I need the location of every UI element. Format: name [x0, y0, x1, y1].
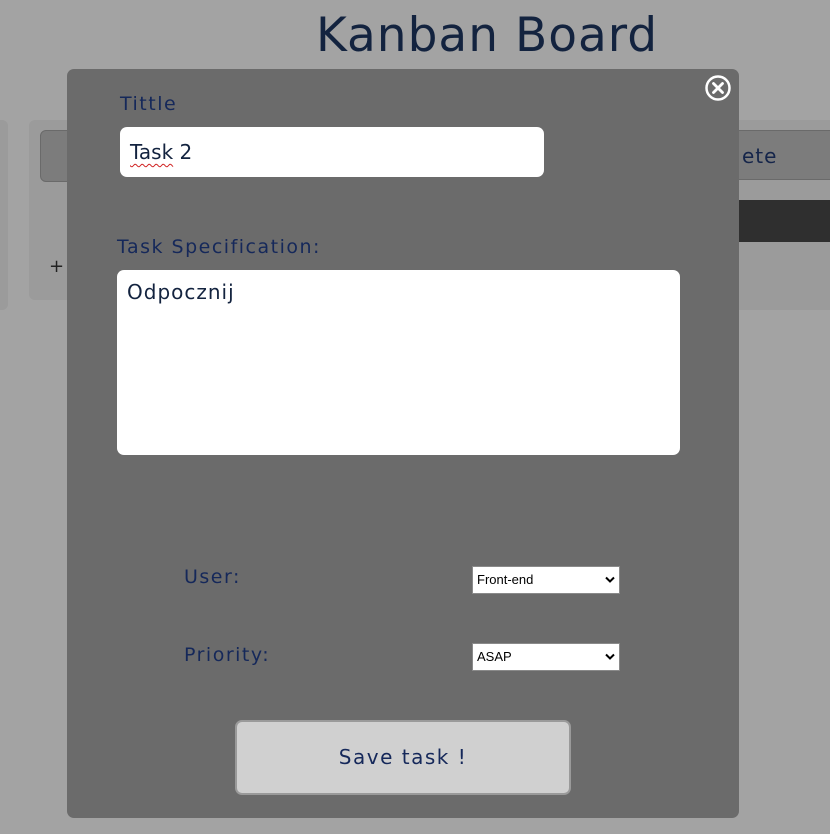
add-task-plus[interactable]: +: [49, 256, 64, 277]
user-label: User:: [184, 566, 241, 588]
spec-label: Task Specification:: [117, 236, 321, 258]
board-title: Kanban Board: [316, 8, 659, 63]
title-input[interactable]: Task 2: [120, 127, 544, 177]
priority-select-value: ASAP: [477, 649, 512, 664]
save-task-button[interactable]: Save task !: [235, 720, 571, 795]
app-stage: Kanban Board + ete Tittle Task 2 Task Sp…: [0, 0, 830, 834]
chevron-down-icon: [605, 576, 615, 583]
title-input-first-word: Task: [130, 140, 174, 164]
priority-select[interactable]: ASAP: [472, 643, 620, 671]
spec-textarea-value: Odpocznij: [127, 280, 235, 304]
chevron-down-icon: [605, 653, 615, 660]
user-select-value: Front-end: [477, 572, 534, 587]
title-input-rest: 2: [173, 140, 193, 164]
spec-textarea[interactable]: Odpocznij: [117, 270, 680, 455]
user-select[interactable]: Front-end: [472, 566, 620, 594]
title-label: Tittle: [120, 93, 178, 115]
column-left-edge: [0, 120, 8, 310]
close-modal-button[interactable]: [704, 74, 732, 102]
priority-label: Priority:: [184, 644, 271, 666]
close-circle-icon: [705, 75, 731, 101]
column-header-label: ete: [742, 144, 778, 168]
